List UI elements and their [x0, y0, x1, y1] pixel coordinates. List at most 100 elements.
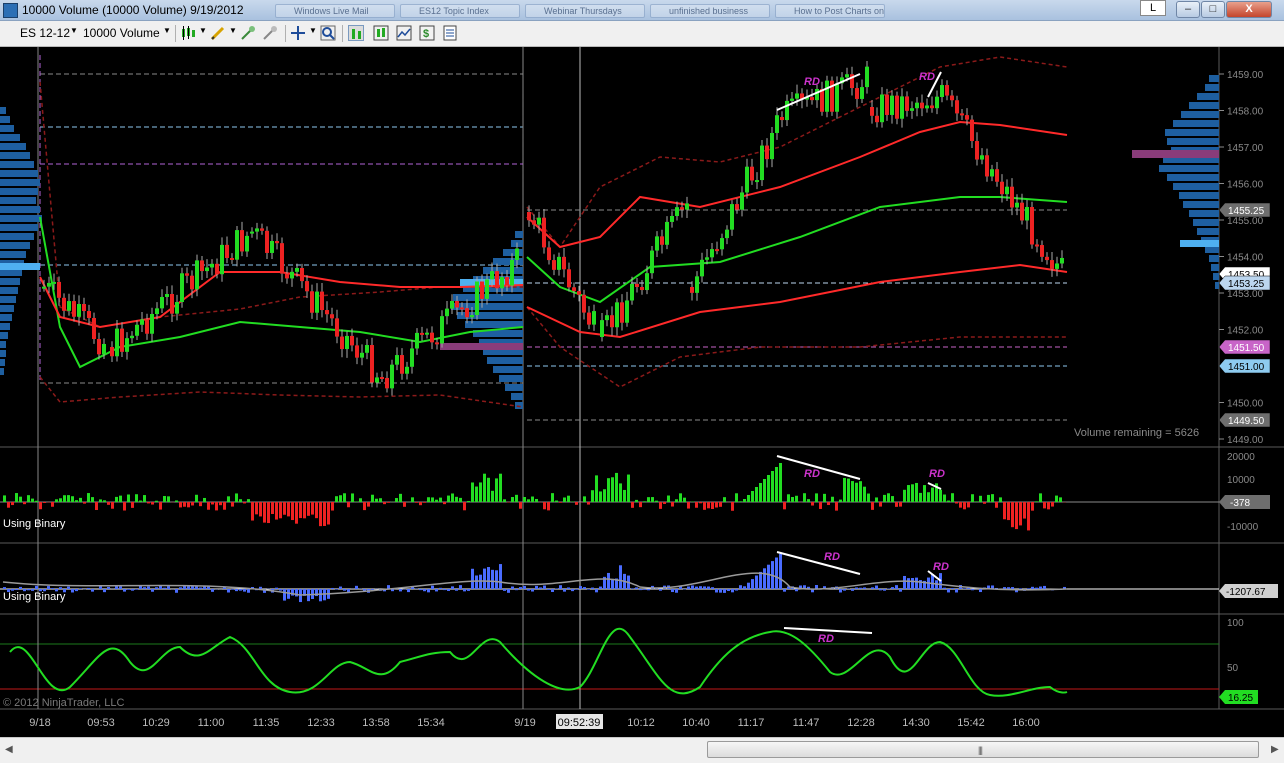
histogram-bar[interactable]: [83, 502, 86, 504]
minimize-button[interactable]: –: [1176, 1, 1200, 18]
histogram-bar[interactable]: [331, 588, 334, 589]
volume-profile-bar[interactable]: [1159, 165, 1219, 172]
histogram-bar[interactable]: [963, 502, 966, 509]
candle[interactable]: [380, 377, 384, 379]
candle[interactable]: [215, 264, 219, 274]
histogram-bar[interactable]: [791, 497, 794, 502]
histogram-bar[interactable]: [767, 475, 770, 502]
candle[interactable]: [1040, 245, 1044, 257]
histogram-bar[interactable]: [575, 502, 578, 505]
candle[interactable]: [360, 353, 364, 358]
histogram-bar[interactable]: [843, 589, 846, 591]
candle[interactable]: [240, 230, 244, 251]
histogram-bar[interactable]: [1031, 502, 1034, 511]
candle[interactable]: [110, 347, 114, 356]
histogram-bar[interactable]: [535, 499, 538, 502]
histogram-bar[interactable]: [735, 493, 738, 502]
histogram-bar[interactable]: [179, 587, 182, 589]
histogram-bar[interactable]: [723, 589, 726, 593]
histogram-bar[interactable]: [523, 497, 526, 502]
volume-profile-bar[interactable]: [0, 332, 8, 339]
candle[interactable]: [995, 169, 999, 182]
histogram-bar[interactable]: [459, 498, 462, 502]
histogram-bar[interactable]: [511, 497, 514, 502]
histogram-bar[interactable]: [195, 587, 198, 589]
histogram-bar[interactable]: [75, 500, 78, 502]
candle[interactable]: [245, 236, 249, 252]
histogram-bar[interactable]: [671, 502, 674, 507]
histogram-bar[interactable]: [247, 589, 250, 593]
price-chart[interactable]: RD RD RD RD RD RD RD 1459.001458.001457.…: [0, 47, 1284, 737]
histogram-bar[interactable]: [891, 496, 894, 502]
histogram-bar[interactable]: [255, 502, 258, 514]
histogram-bar[interactable]: [595, 475, 598, 502]
rd-label[interactable]: RD: [933, 561, 949, 573]
histogram-bar[interactable]: [531, 497, 534, 502]
candle[interactable]: [705, 257, 709, 259]
candle[interactable]: [435, 342, 439, 344]
histogram-bar[interactable]: [555, 501, 558, 502]
candle[interactable]: [325, 310, 329, 314]
histogram-bar[interactable]: [1043, 586, 1046, 589]
histogram-bar[interactable]: [127, 589, 130, 590]
candle[interactable]: [715, 249, 719, 251]
histogram-bar[interactable]: [687, 586, 690, 589]
candle[interactable]: [82, 304, 86, 311]
histogram-bar[interactable]: [183, 502, 186, 507]
candle[interactable]: [335, 318, 339, 336]
histogram-bar[interactable]: [143, 587, 146, 589]
histogram-bar[interactable]: [323, 502, 326, 526]
histogram-bar[interactable]: [299, 502, 302, 518]
candle[interactable]: [225, 245, 229, 258]
candle[interactable]: [980, 155, 984, 159]
candle[interactable]: [200, 260, 204, 271]
candle[interactable]: [542, 218, 546, 248]
histogram-bar[interactable]: [675, 499, 678, 502]
candle[interactable]: [615, 302, 619, 327]
histogram-bar[interactable]: [319, 502, 322, 526]
histogram-bar[interactable]: [63, 495, 66, 502]
histogram-bar[interactable]: [239, 589, 242, 591]
candle[interactable]: [1050, 260, 1054, 269]
histogram-bar[interactable]: [1027, 588, 1030, 589]
histogram-bar[interactable]: [903, 490, 906, 502]
histogram-bar[interactable]: [747, 495, 750, 502]
candle[interactable]: [510, 260, 514, 286]
histogram-bar[interactable]: [783, 589, 786, 592]
candle[interactable]: [940, 85, 944, 97]
candle[interactable]: [635, 284, 639, 287]
volume-profile-bar[interactable]: [1167, 174, 1219, 181]
histogram-bar[interactable]: [503, 499, 506, 502]
volume-profile-bar[interactable]: [0, 143, 26, 150]
histogram-bar[interactable]: [883, 589, 886, 591]
volume-profile-bar[interactable]: [1189, 210, 1219, 217]
histogram-bar[interactable]: [1035, 588, 1038, 589]
histogram-bar[interactable]: [943, 495, 946, 502]
volume-profile-bar[interactable]: [1189, 102, 1219, 109]
histogram-bar[interactable]: [827, 502, 830, 505]
histogram-bar[interactable]: [95, 502, 98, 510]
histogram-bar[interactable]: [907, 485, 910, 502]
candle[interactable]: [270, 241, 274, 253]
histogram-bar[interactable]: [587, 589, 590, 590]
histogram-bar[interactable]: [599, 587, 602, 589]
histogram-bar[interactable]: [971, 589, 974, 590]
histogram-bar[interactable]: [863, 587, 866, 589]
histogram-bar[interactable]: [243, 502, 246, 503]
candle[interactable]: [195, 260, 199, 289]
histogram-bar[interactable]: [879, 502, 882, 507]
volume-profile-bar[interactable]: [0, 188, 38, 195]
histogram-bar[interactable]: [343, 589, 346, 591]
histogram-bar[interactable]: [155, 501, 158, 502]
candle[interactable]: [855, 88, 859, 99]
histogram-bar[interactable]: [43, 502, 46, 503]
candle[interactable]: [740, 192, 744, 209]
histogram-bar[interactable]: [295, 589, 298, 596]
candle[interactable]: [557, 257, 561, 270]
histogram-bar[interactable]: [159, 502, 162, 510]
histogram-bar[interactable]: [339, 587, 342, 589]
histogram-bar[interactable]: [123, 589, 126, 592]
histogram-bar[interactable]: [711, 587, 714, 589]
histogram-bar[interactable]: [35, 501, 38, 502]
candle[interactable]: [190, 276, 194, 290]
